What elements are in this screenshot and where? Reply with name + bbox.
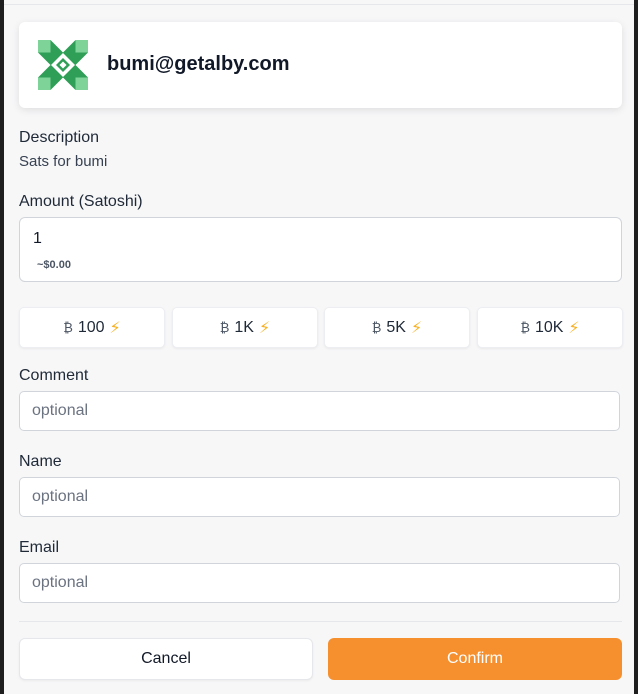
lightning-icon: ⚡ [410,319,423,337]
satoshi-icon: ₿ [371,320,382,335]
name-input[interactable] [19,477,620,517]
amount-fiat-value: ~$0.00 [37,259,71,271]
email-label: Email [19,539,60,556]
lightning-icon: ⚡ [258,319,271,337]
preset-label: 10K [534,318,564,336]
preset-label: 5K [386,318,406,336]
email-input[interactable] [19,563,620,603]
preset-10k-button[interactable]: ₿ 10K ⚡ [477,307,623,348]
preset-1k-button[interactable]: ₿ 1K ⚡ [172,307,318,348]
preset-label: 100 [77,318,105,336]
recipient-address: bumi@getalby.com [107,53,290,75]
top-divider [4,4,634,5]
comment-label: Comment [19,367,89,384]
preset-100-button[interactable]: ₿ 100 ⚡ [19,307,165,348]
comment-input[interactable] [19,391,620,431]
satoshi-icon: ₿ [520,320,530,335]
lightning-icon: ⚡ [568,319,580,337]
amount-label: Amount (Satoshi) [19,193,143,210]
description-label: Description [19,129,100,146]
identicon-avatar-icon [38,40,88,90]
background-window-edge-right [634,0,638,694]
confirm-button[interactable]: Confirm [328,638,622,680]
background-window-edge [0,0,4,694]
name-label: Name [19,453,62,470]
preset-label: 1K [234,318,254,336]
cancel-button[interactable]: Cancel [19,638,313,680]
satoshi-icon: ₿ [219,320,230,335]
actions-divider [19,621,622,622]
description-value: Sats for bumi [19,153,108,170]
satoshi-icon: ₿ [63,320,73,335]
recipient-card: bumi@getalby.com [19,22,622,108]
amount-input[interactable]: 1 ~$0.00 [19,217,622,282]
lightning-icon: ⚡ [109,319,121,337]
preset-5k-button[interactable]: ₿ 5K ⚡ [324,307,470,348]
amount-value[interactable]: 1 [33,230,42,248]
